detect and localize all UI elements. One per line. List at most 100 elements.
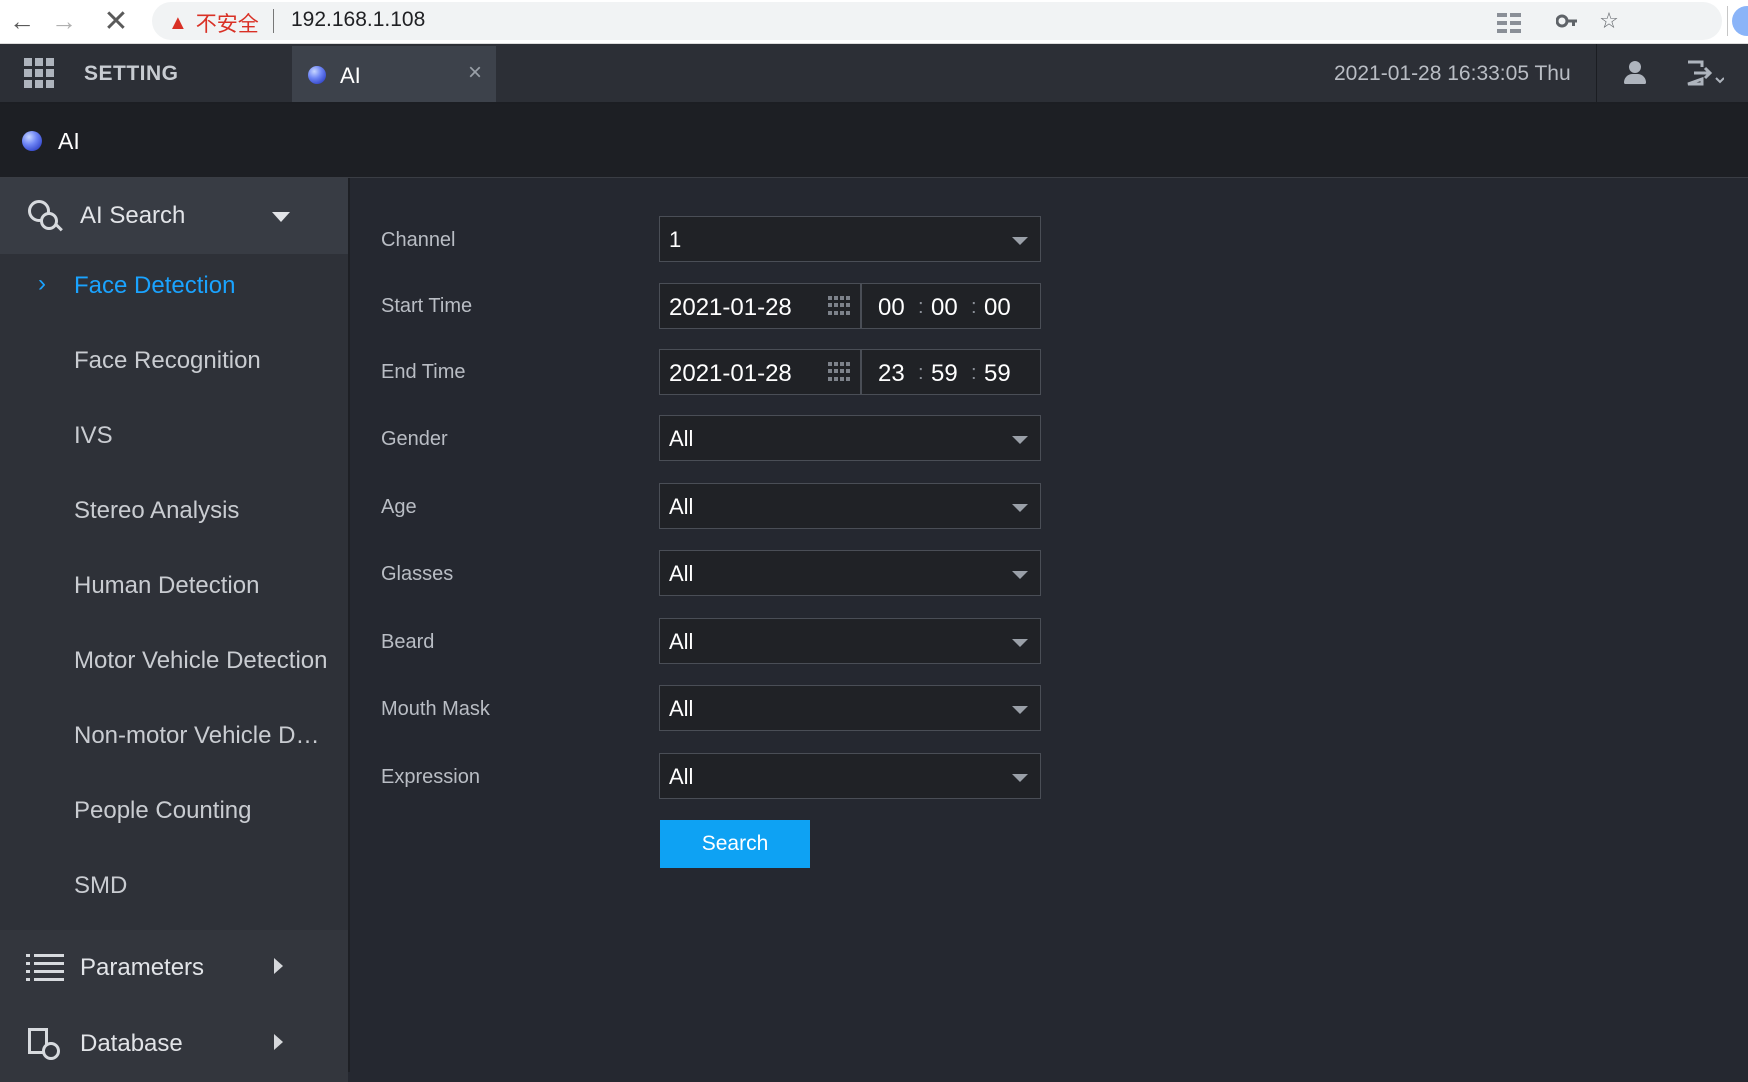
chevron-down-icon — [1012, 504, 1028, 512]
ai-orb-icon — [22, 131, 42, 151]
expression-value: All — [669, 764, 694, 789]
url-text[interactable]: 192.168.1.108 — [291, 8, 425, 32]
warning-triangle-icon: ▲ — [168, 11, 188, 34]
database-icon — [26, 1026, 66, 1064]
time-colon: : — [971, 362, 977, 384]
grid-icon[interactable] — [1494, 8, 1524, 38]
ai-search-icon — [26, 198, 64, 236]
beard-select[interactable]: All — [659, 618, 1041, 664]
caret-right-icon — [274, 958, 283, 974]
glasses-value: All — [669, 561, 694, 586]
sidebar-item-smd[interactable]: SMD — [0, 856, 348, 920]
sidebar: AI Search › Face Detection Face Recognit… — [0, 178, 350, 1082]
tab-ai-label: AI — [340, 63, 361, 88]
close-tab-icon[interactable]: × — [468, 59, 482, 87]
calendar-icon[interactable] — [828, 296, 850, 316]
tab-ai[interactable]: AI × — [292, 46, 496, 102]
calendar-icon[interactable] — [828, 362, 850, 382]
sidebar-item-label: Face Recognition — [74, 347, 261, 374]
url-separator — [273, 9, 274, 33]
gender-value: All — [669, 426, 694, 451]
browser-toolbar: ← → ✕ ▲ 不安全 192.168.1.108 ☆ — [0, 0, 1748, 44]
key-icon[interactable] — [1552, 6, 1582, 36]
chevron-right-icon: › — [38, 270, 46, 297]
chevron-down-icon — [1012, 774, 1028, 782]
close-icon: ✕ — [103, 4, 129, 38]
start-time-input[interactable]: 00 : 00 : 00 — [861, 283, 1041, 329]
age-select[interactable]: All — [659, 483, 1041, 529]
channel-select[interactable]: 1 — [659, 216, 1041, 262]
mouth-mask-label: Mouth Mask — [381, 698, 490, 720]
end-date-input[interactable]: 2021-01-28 — [659, 349, 861, 395]
forward-button[interactable]: → — [46, 4, 82, 38]
caret-right-icon — [274, 1034, 283, 1050]
start-date-value: 2021-01-28 — [669, 294, 792, 321]
setting-link[interactable]: SETTING — [84, 62, 179, 86]
sidebar-group-parameters[interactable]: Parameters — [0, 930, 348, 1006]
sidebar-group-ai-search[interactable]: AI Search — [0, 178, 348, 254]
chevron-down-icon — [1012, 571, 1028, 579]
list-icon — [26, 952, 64, 984]
start-time-label: Start Time — [381, 295, 473, 317]
grid-menu-icon[interactable] — [24, 58, 54, 88]
age-value: All — [669, 494, 694, 519]
search-button[interactable]: Search — [660, 820, 810, 868]
gender-label: Gender — [381, 428, 448, 450]
expression-label: Expression — [381, 766, 480, 788]
sidebar-item-ivs[interactable]: IVS — [0, 406, 348, 470]
start-minute[interactable]: 00 — [931, 294, 958, 322]
end-minute[interactable]: 59 — [931, 360, 958, 388]
sidebar-item-people-counting[interactable]: People Counting — [0, 781, 348, 845]
address-bar[interactable]: ▲ 不安全 192.168.1.108 ☆ — [152, 2, 1722, 40]
gender-select[interactable]: All — [659, 415, 1041, 461]
beard-value: All — [669, 629, 694, 654]
header-separator — [1596, 44, 1597, 102]
time-colon: : — [918, 296, 924, 318]
time-colon: : — [971, 296, 977, 318]
end-second[interactable]: 59 — [984, 360, 1011, 388]
stop-loading-button[interactable]: ✕ — [98, 4, 134, 38]
sidebar-item-stereo-analysis[interactable]: Stereo Analysis — [0, 481, 348, 545]
user-icon[interactable] — [1620, 58, 1650, 88]
system-datetime: 2021-01-28 16:33:05 Thu — [1334, 62, 1571, 85]
sidebar-item-motor-vehicle-detection[interactable]: Motor Vehicle Detection — [0, 631, 348, 695]
sidebar-item-face-detection[interactable]: › Face Detection — [0, 256, 348, 320]
sidebar-item-label: Motor Vehicle Detection — [74, 647, 328, 674]
sidebar-item-label: Non-motor Vehicle Detection — [74, 722, 330, 749]
age-label: Age — [381, 496, 417, 518]
time-colon: : — [918, 362, 924, 384]
caret-down-icon — [272, 212, 290, 222]
sidebar-item-non-motor-vehicle-detection[interactable]: Non-motor Vehicle Detection — [0, 706, 348, 770]
profile-avatar[interactable] — [1732, 6, 1748, 36]
glasses-select[interactable]: All — [659, 550, 1041, 596]
sidebar-item-label: SMD — [74, 872, 128, 899]
sidebar-item-label: IVS — [74, 422, 113, 449]
mouth-mask-select[interactable]: All — [659, 685, 1041, 731]
page-title: AI — [58, 128, 80, 154]
page-title-bar: AI — [0, 104, 1748, 178]
chevron-down-icon — [1012, 706, 1028, 714]
expression-select[interactable]: All — [659, 753, 1041, 799]
end-time-input[interactable]: 23 : 59 : 59 — [861, 349, 1041, 395]
start-date-input[interactable]: 2021-01-28 — [659, 283, 861, 329]
start-hour[interactable]: 00 — [878, 294, 905, 322]
end-hour[interactable]: 23 — [878, 360, 905, 388]
chevron-down-icon — [1012, 237, 1028, 245]
security-indicator[interactable]: ▲ 不安全 — [168, 8, 259, 38]
end-date-value: 2021-01-28 — [669, 360, 792, 387]
sidebar-item-label: Stereo Analysis — [74, 497, 240, 524]
arrow-right-icon: → — [51, 5, 77, 36]
star-icon[interactable]: ☆ — [1594, 6, 1624, 36]
sidebar-item-face-recognition[interactable]: Face Recognition — [0, 331, 348, 395]
sidebar-group-database[interactable]: Database — [0, 1006, 348, 1082]
channel-label: Channel — [381, 229, 456, 251]
logout-icon[interactable] — [1684, 58, 1725, 88]
sidebar-item-label: Human Detection — [74, 572, 260, 599]
app-header: SETTING AI × 2021-01-28 16:33:05 Thu — [0, 44, 1748, 104]
start-second[interactable]: 00 — [984, 294, 1011, 322]
chevron-down-icon — [1012, 639, 1028, 647]
sidebar-group-label: Database — [80, 1030, 183, 1057]
back-button[interactable]: ← — [4, 4, 40, 38]
sidebar-item-human-detection[interactable]: Human Detection — [0, 556, 348, 620]
sidebar-item-label: Face Detection — [74, 272, 236, 299]
